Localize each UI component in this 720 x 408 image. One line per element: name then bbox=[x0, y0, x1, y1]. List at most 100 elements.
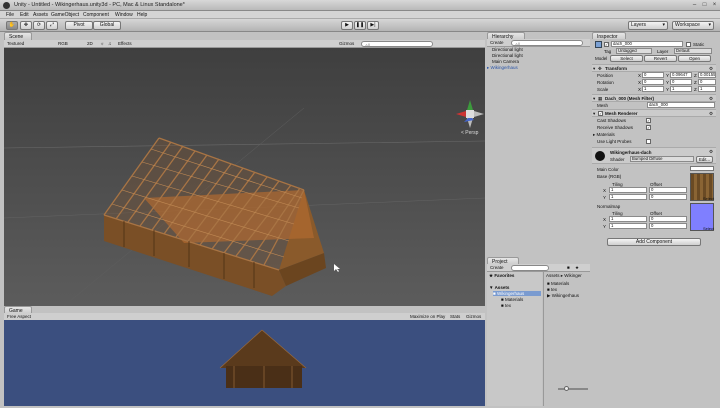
rotation-z-field[interactable]: 0 bbox=[698, 79, 716, 85]
project-create-dropdown[interactable]: Create bbox=[490, 265, 504, 270]
menu-gameobject[interactable]: GameObject bbox=[51, 12, 79, 18]
tree-item[interactable]: ■ Materials bbox=[501, 297, 523, 302]
tag-dropdown[interactable]: Untagged bbox=[616, 48, 652, 54]
layers-dropdown[interactable]: Layers ▾ bbox=[628, 21, 668, 30]
scale-z-field[interactable]: 1 bbox=[698, 86, 716, 92]
list-item[interactable]: Directional light bbox=[492, 53, 523, 58]
aspect-dropdown[interactable]: Free Aspect bbox=[7, 314, 31, 319]
light-probes-checkbox[interactable] bbox=[646, 139, 651, 144]
shader-edit-button[interactable]: Edit... bbox=[696, 156, 713, 163]
maximize-on-play-toggle[interactable]: Maximize on Play bbox=[410, 314, 445, 319]
active-checkbox[interactable]: ✓ bbox=[604, 42, 609, 47]
list-item[interactable]: Directional light bbox=[492, 47, 523, 52]
position-z-field[interactable]: 0.00155 bbox=[698, 72, 716, 78]
materials-label[interactable]: ▸ Materials bbox=[593, 132, 615, 138]
offset-x-field[interactable]: 0 bbox=[649, 187, 687, 193]
offset-y-field[interactable]: 0 bbox=[649, 194, 687, 200]
expand-arrow-icon[interactable]: ▸ bbox=[487, 65, 489, 70]
2d-toggle[interactable]: 2D bbox=[87, 41, 93, 46]
position-y-field[interactable]: 0.09647 bbox=[670, 72, 692, 78]
tree-item-selected[interactable]: ■ Wikingerhaus bbox=[493, 291, 541, 296]
position-x-field[interactable]: 0 bbox=[642, 72, 664, 78]
menu-component[interactable]: Component bbox=[83, 12, 109, 18]
scale-tool-button[interactable]: ⤢ bbox=[46, 21, 58, 30]
tiling-x-field[interactable]: 1 bbox=[609, 187, 647, 193]
list-item[interactable]: ■ Materials bbox=[547, 281, 569, 286]
effects-dropdown[interactable]: Effects bbox=[118, 41, 132, 46]
shading-mode-dropdown[interactable]: Textured bbox=[7, 41, 24, 46]
gizmos-dropdown[interactable]: Gizmos bbox=[339, 41, 354, 46]
scale-y-field[interactable]: 1 bbox=[670, 86, 692, 92]
select-texture-label[interactable]: Select bbox=[703, 196, 714, 201]
menu-assets[interactable]: Assets bbox=[33, 12, 48, 18]
menu-edit[interactable]: Edit bbox=[20, 12, 29, 18]
assets-item[interactable]: ▼ Assets bbox=[489, 285, 509, 290]
rotation-x-field[interactable]: 0 bbox=[642, 79, 664, 85]
list-item[interactable]: ▶ Wikingerhaus bbox=[547, 293, 579, 299]
move-tool-button[interactable]: ✥ bbox=[20, 21, 32, 30]
stats-toggle[interactable]: Stats bbox=[450, 314, 460, 319]
model-open-button[interactable]: Open bbox=[678, 55, 711, 62]
normal-offset-x-field[interactable]: 0 bbox=[649, 216, 687, 222]
light-toggle-icon[interactable]: ☼ bbox=[100, 41, 104, 46]
layout-dropdown[interactable]: Workspace ▾ bbox=[672, 21, 714, 30]
scale-x-field[interactable]: 1 bbox=[642, 86, 664, 92]
gear-icon[interactable]: ⚙ bbox=[709, 111, 713, 117]
minimize-icon[interactable]: – bbox=[690, 1, 699, 9]
maximize-icon[interactable]: □ bbox=[700, 1, 709, 9]
game-gizmos-dropdown[interactable]: Gizmos bbox=[466, 314, 481, 319]
menu-help[interactable]: Help bbox=[137, 12, 147, 18]
game-view[interactable] bbox=[4, 320, 485, 406]
static-checkbox[interactable] bbox=[686, 42, 691, 47]
render-mode-dropdown[interactable]: RGB bbox=[58, 41, 68, 46]
lock-icon[interactable]: ■ bbox=[567, 265, 570, 270]
mesh-renderer-header[interactable]: ▾ ✓ Mesh Renderer ⚙ bbox=[592, 109, 716, 117]
list-item[interactable]: ■ tex bbox=[547, 287, 557, 292]
normal-offset-y-field[interactable]: 0 bbox=[649, 223, 687, 229]
zoom-slider[interactable] bbox=[558, 386, 588, 391]
hierarchy-search[interactable]: All bbox=[511, 40, 583, 47]
layer-dropdown[interactable]: Default bbox=[674, 48, 712, 54]
renderer-enabled-checkbox[interactable]: ✓ bbox=[598, 111, 603, 116]
global-toggle[interactable]: Global bbox=[93, 21, 121, 30]
step-button[interactable]: ▶| bbox=[367, 21, 379, 30]
receive-shadows-checkbox[interactable]: ✓ bbox=[646, 125, 651, 130]
play-button[interactable]: ▶ bbox=[341, 21, 353, 30]
audio-toggle-icon[interactable]: ♫ bbox=[108, 41, 111, 46]
mesh-filter-header[interactable]: ▾ ▦ Dach_000 (Mesh Filter) ⚙ bbox=[592, 94, 716, 102]
hierarchy-create-dropdown[interactable]: Create bbox=[490, 40, 504, 45]
menu-file[interactable]: File bbox=[6, 12, 14, 18]
main-color-swatch[interactable] bbox=[690, 166, 714, 171]
rotation-y-field[interactable]: 0 bbox=[670, 79, 692, 85]
tree-item[interactable]: ■ tex bbox=[501, 303, 511, 308]
normal-tiling-x-field[interactable]: 1 bbox=[609, 216, 647, 222]
scene-search[interactable]: All bbox=[361, 41, 433, 48]
pause-button[interactable]: ❚❚ bbox=[354, 21, 366, 30]
menu-window[interactable]: Window bbox=[115, 12, 133, 18]
pivot-toggle[interactable]: Pivot bbox=[65, 21, 93, 30]
model-revert-button[interactable]: Revert bbox=[644, 55, 677, 62]
tiling-y-field[interactable]: 1 bbox=[609, 194, 647, 200]
project-search[interactable] bbox=[511, 265, 549, 271]
rotate-tool-button[interactable]: ⟳ bbox=[33, 21, 45, 30]
normal-tiling-y-field[interactable]: 1 bbox=[609, 223, 647, 229]
cast-shadows-checkbox[interactable]: ✓ bbox=[646, 118, 651, 123]
star-icon[interactable]: ★ bbox=[575, 265, 579, 271]
hand-tool-button[interactable]: ✋ bbox=[6, 21, 18, 30]
shader-dropdown[interactable]: Bumped Diffuse bbox=[630, 156, 694, 162]
transform-header[interactable]: ▾ ✥ Transform ⚙ bbox=[592, 64, 716, 72]
close-icon[interactable]: × bbox=[710, 1, 719, 9]
object-name-field[interactable]: dach_000 bbox=[611, 41, 683, 47]
mesh-field[interactable]: dach_000 bbox=[647, 102, 715, 108]
list-item[interactable]: Main Camera bbox=[492, 59, 519, 64]
model-select-button[interactable]: Select bbox=[610, 55, 643, 62]
list-item-selected[interactable]: ▸ Wikingerhaus bbox=[487, 65, 518, 71]
material-header[interactable]: Wikingerhaus-dach Shader Bumped Diffuse … bbox=[592, 147, 716, 164]
slider-handle[interactable] bbox=[564, 386, 569, 391]
gear-icon[interactable]: ⚙ bbox=[709, 149, 713, 155]
add-component-button[interactable]: Add Component bbox=[607, 238, 701, 246]
tab-scene[interactable]: Scene bbox=[4, 32, 32, 40]
scene-view[interactable]: < Persp bbox=[4, 48, 485, 306]
favorites-item[interactable]: ★ Favorites bbox=[489, 273, 514, 279]
select-normalmap-label[interactable]: Select bbox=[703, 226, 714, 231]
